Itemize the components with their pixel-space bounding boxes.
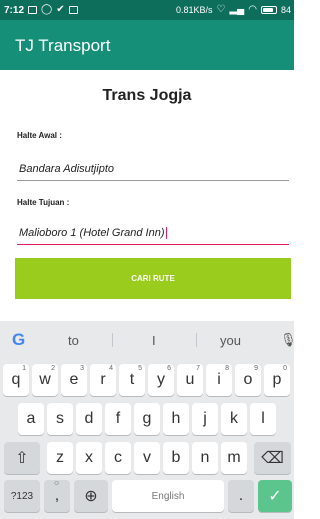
key-label: e xyxy=(69,371,79,388)
key-f[interactable]: f xyxy=(105,403,131,435)
key-j[interactable]: j xyxy=(192,403,218,435)
key-a[interactable]: a xyxy=(18,403,44,435)
key-r[interactable]: r4 xyxy=(90,364,116,396)
keyboard: G to I you 🎙 ?123 ☺ , ⊕ English . ✓ q1w2… xyxy=(0,321,297,519)
key-h[interactable]: h xyxy=(163,403,189,435)
space-key[interactable]: English xyxy=(112,480,224,512)
app-title: TJ Transport xyxy=(15,36,111,55)
page-title: Trans Jogja xyxy=(102,87,192,104)
status-time: 7:12 xyxy=(4,4,25,16)
battery-percent: 84 xyxy=(280,5,291,15)
key-label: r xyxy=(100,371,106,388)
key-n[interactable]: n xyxy=(192,442,218,474)
suggestion-3[interactable]: you xyxy=(220,333,241,348)
key-number-hint: 4 xyxy=(109,365,113,372)
key-label: u xyxy=(185,371,195,388)
origin-value: Bandara Adisutjipto xyxy=(19,163,114,175)
key-label: t xyxy=(129,371,135,388)
suggestion-strip: G to I you 🎙 xyxy=(0,321,297,359)
shift-icon[interactable]: ⇧ xyxy=(4,442,40,474)
app-bar: TJ Transport xyxy=(0,20,294,70)
gallery-notification-icon xyxy=(28,6,38,14)
key-label: i xyxy=(217,371,221,388)
key-q[interactable]: q1 xyxy=(3,364,29,396)
key-g[interactable]: g xyxy=(134,403,160,435)
key-y[interactable]: y6 xyxy=(148,364,174,396)
key-label: p xyxy=(272,371,282,388)
backspace-icon[interactable]: ⌫ xyxy=(254,442,291,474)
key-w[interactable]: w2 xyxy=(32,364,58,396)
key-number-hint: 3 xyxy=(80,365,84,372)
twitter-icon: ✔ xyxy=(56,4,65,15)
origin-input[interactable]: Bandara Adisutjipto xyxy=(17,159,289,181)
key-z[interactable]: z xyxy=(47,442,73,474)
key-o[interactable]: o9 xyxy=(235,364,261,396)
key-number-hint: 7 xyxy=(196,365,200,372)
key-number-hint: 9 xyxy=(254,365,258,372)
key-l[interactable]: l xyxy=(250,403,276,435)
key-c[interactable]: c xyxy=(105,442,131,474)
text-cursor xyxy=(165,227,167,240)
key-label: w xyxy=(39,371,51,388)
key-number-hint: 8 xyxy=(225,365,229,372)
suggestion-2[interactable]: I xyxy=(152,333,156,348)
signal-icon: ▂▄ xyxy=(229,4,245,15)
destination-label: Halte Tujuan : xyxy=(17,198,70,207)
google-icon[interactable]: G xyxy=(12,331,30,349)
battery-icon xyxy=(260,6,277,14)
destination-value: Malioboro 1 (Hotel Grand Inn) xyxy=(19,227,165,239)
enter-check-icon[interactable]: ✓ xyxy=(258,480,292,512)
comma-key[interactable]: ☺ , xyxy=(44,480,70,512)
key-number-hint: 0 xyxy=(283,365,287,372)
key-u[interactable]: u7 xyxy=(177,364,203,396)
emoji-hint-icon: ☺ xyxy=(53,480,61,487)
message-icon xyxy=(68,6,78,14)
heart-icon: ♡ xyxy=(216,4,226,15)
globe-icon[interactable]: ⊕ xyxy=(74,480,108,512)
key-t[interactable]: t5 xyxy=(119,364,145,396)
key-b[interactable]: b xyxy=(163,442,189,474)
network-speed: 0.81KB/s xyxy=(175,5,213,15)
key-label: q xyxy=(11,371,21,388)
key-k[interactable]: k xyxy=(221,403,247,435)
search-route-button[interactable]: CARI RUTE xyxy=(15,258,291,299)
suggestion-divider xyxy=(112,333,113,347)
key-x[interactable]: x xyxy=(76,442,102,474)
suggestion-1[interactable]: to xyxy=(68,333,79,348)
destination-input[interactable]: Malioboro 1 (Hotel Grand Inn) xyxy=(17,223,289,245)
key-e[interactable]: e3 xyxy=(61,364,87,396)
symbols-key[interactable]: ?123 xyxy=(4,480,40,512)
key-d[interactable]: d xyxy=(76,403,102,435)
microphone-icon[interactable]: 🎙 xyxy=(280,332,297,348)
key-number-hint: 1 xyxy=(22,365,26,372)
key-p[interactable]: p0 xyxy=(264,364,290,396)
key-number-hint: 2 xyxy=(51,365,55,372)
period-key[interactable]: . xyxy=(228,480,254,512)
key-s[interactable]: s xyxy=(47,403,73,435)
key-label: y xyxy=(157,371,165,388)
key-label: o xyxy=(243,371,253,388)
wifi-icon: ◠ xyxy=(248,4,257,15)
whatsapp-icon: ◯ xyxy=(41,4,53,15)
status-bar: 7:12 ◯ ✔ 0.81KB/s ♡ ▂▄ ◠ 84 xyxy=(0,0,294,20)
key-number-hint: 5 xyxy=(138,365,142,372)
key-i[interactable]: i8 xyxy=(206,364,232,396)
comma-label: , xyxy=(54,487,60,504)
key-v[interactable]: v xyxy=(134,442,160,474)
key-m[interactable]: m xyxy=(221,442,247,474)
origin-label: Halte Awal : xyxy=(17,131,62,140)
suggestion-divider xyxy=(196,333,197,347)
key-number-hint: 6 xyxy=(167,365,171,372)
